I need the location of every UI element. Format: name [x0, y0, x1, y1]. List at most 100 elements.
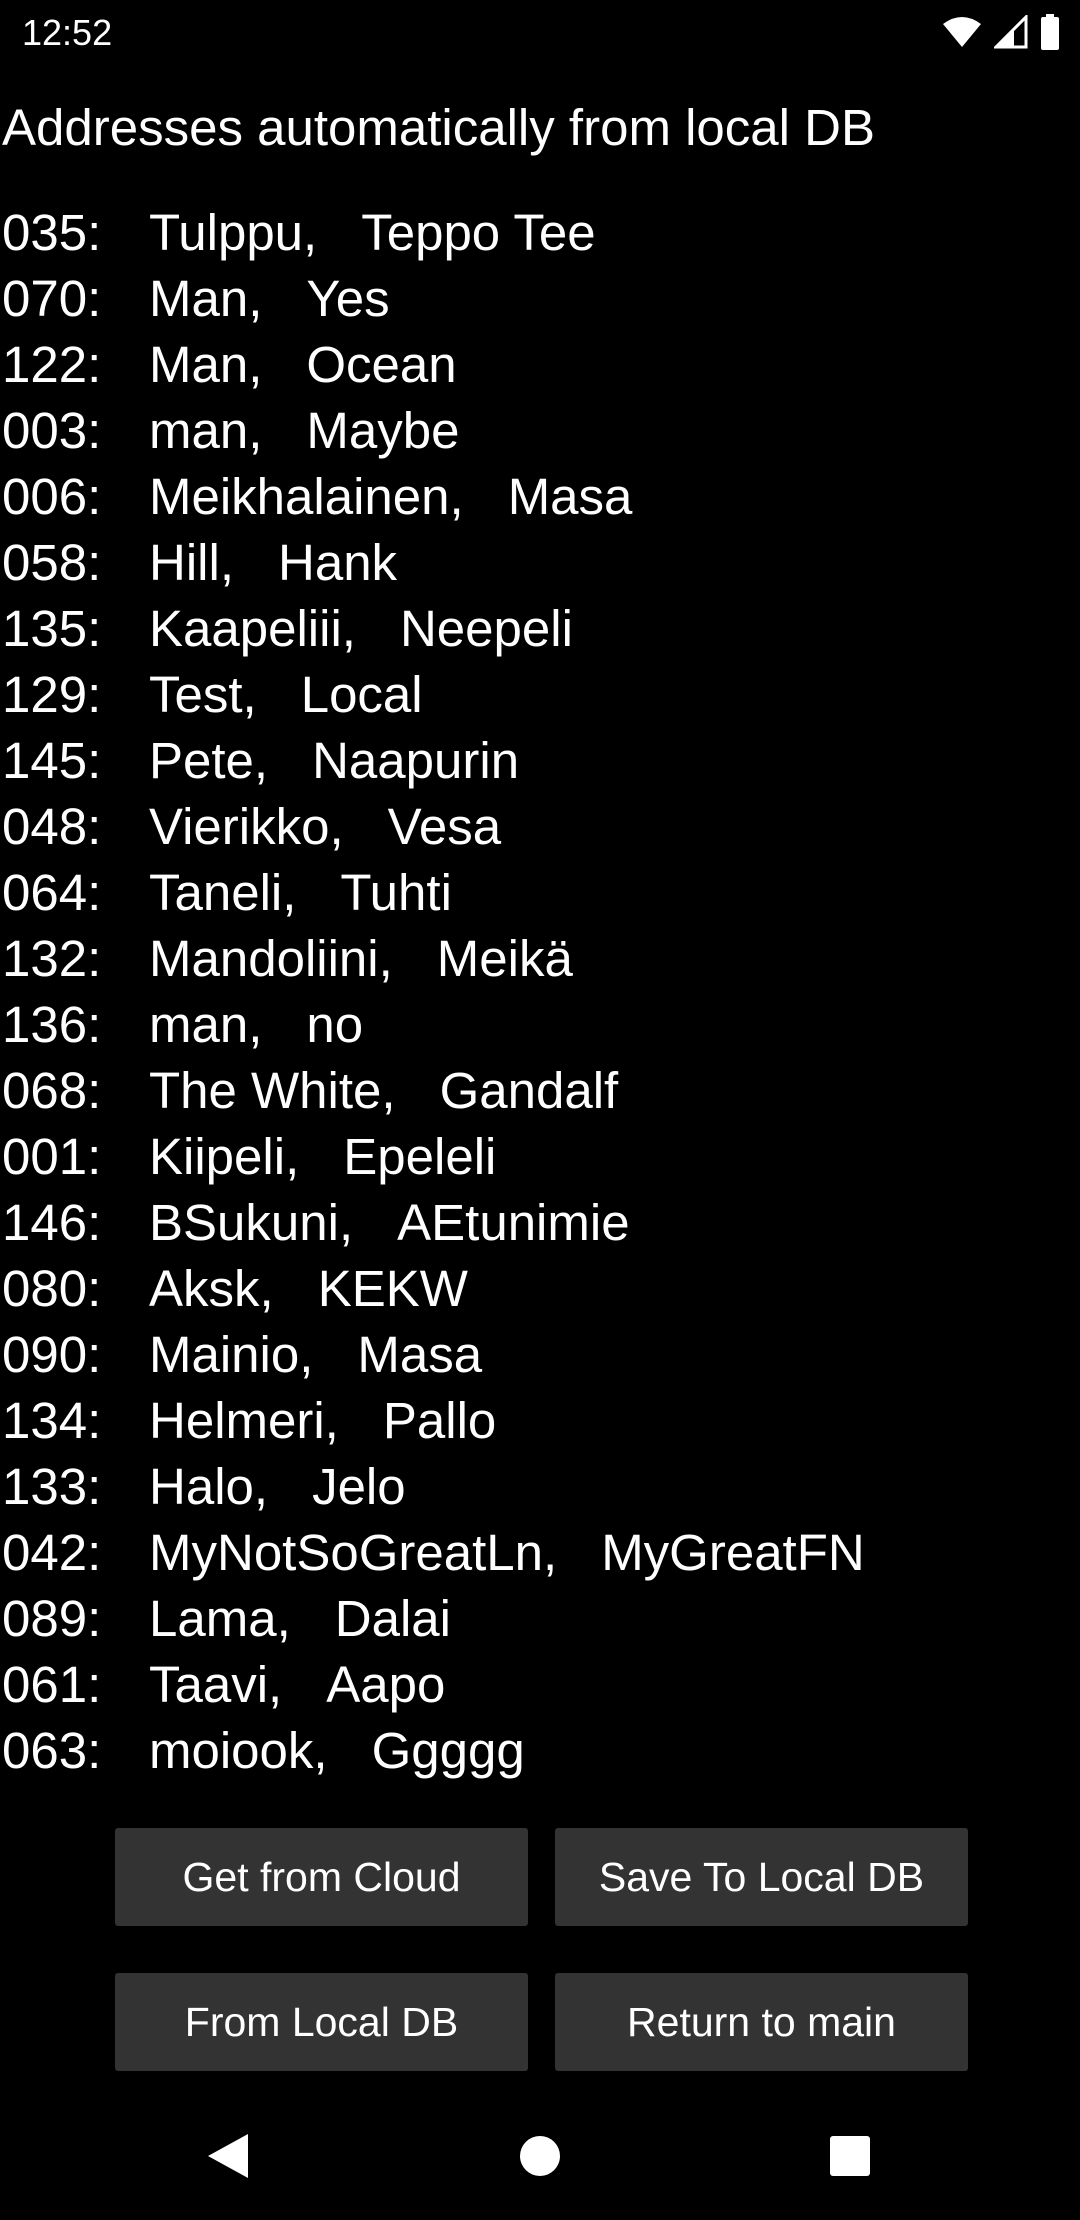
list-item: 132: Mandoliini, Meikä [2, 926, 1078, 992]
address-last-name: Tulppu, [149, 204, 318, 261]
address-first-name: Meikä [436, 930, 573, 987]
list-item: 006: Meikhalainen, Masa [2, 464, 1078, 530]
back-button[interactable] [198, 2126, 258, 2186]
address-id: 058: [2, 534, 102, 591]
list-item: 001: Kiipeli, Epeleli [2, 1124, 1078, 1190]
page-title: Addresses automatically from local DB [2, 99, 876, 156]
return-to-main-button[interactable]: Return to main [555, 1973, 968, 2071]
list-item: 048: Vierikko, Vesa [2, 794, 1078, 860]
cell-signal-icon [994, 15, 1028, 49]
list-item: 070: Man, Yes [2, 266, 1078, 332]
list-item: 068: The White, Gandalf [2, 1058, 1078, 1124]
save-to-local-db-button[interactable]: Save To Local DB [555, 1828, 968, 1926]
address-id: 129: [2, 666, 102, 723]
address-first-name: Gandalf [439, 1062, 619, 1119]
list-item: 129: Test, Local [2, 662, 1078, 728]
address-first-name: Tuhti [340, 864, 452, 921]
address-id: 134: [2, 1392, 102, 1449]
address-last-name: Test, [149, 666, 257, 723]
get-from-cloud-button[interactable]: Get from Cloud [115, 1828, 528, 1926]
address-id: 001: [2, 1128, 102, 1185]
list-item: 122: Man, Ocean [2, 332, 1078, 398]
address-last-name: moiook, [149, 1722, 328, 1779]
list-item: 003: man, Maybe [2, 398, 1078, 464]
address-id: 122: [2, 336, 102, 393]
address-last-name: Kaapeliii, [149, 600, 356, 657]
address-id: 089: [2, 1590, 102, 1647]
navigation-bar [0, 2090, 1080, 2220]
list-item: 089: Lama, Dalai [2, 1586, 1078, 1652]
back-icon [208, 2134, 248, 2178]
address-first-name: Aapo [326, 1656, 446, 1713]
address-first-name: Ocean [306, 336, 457, 393]
address-id: 048: [2, 798, 102, 855]
address-last-name: Mandoliini, [149, 930, 393, 987]
address-last-name: Helmeri, [149, 1392, 339, 1449]
address-id: 145: [2, 732, 102, 789]
address-id: 035: [2, 204, 102, 261]
address-first-name: Vesa [387, 798, 502, 855]
list-item: 136: man, no [2, 992, 1078, 1058]
address-id: 006: [2, 468, 102, 525]
address-first-name: Pallo [382, 1392, 497, 1449]
address-first-name: Dalai [334, 1590, 451, 1647]
from-local-db-button[interactable]: From Local DB [115, 1973, 528, 2071]
battery-icon [1040, 14, 1060, 50]
recents-button[interactable] [820, 2126, 880, 2186]
address-id: 070: [2, 270, 102, 327]
list-item: 133: Halo, Jelo [2, 1454, 1078, 1520]
address-id: 146: [2, 1194, 102, 1251]
address-last-name: Kiipeli, [149, 1128, 300, 1185]
home-icon [520, 2136, 560, 2176]
recents-icon [830, 2136, 870, 2176]
address-first-name: Jelo [312, 1458, 406, 1515]
status-icons [942, 14, 1060, 50]
address-id: 132: [2, 930, 102, 987]
address-first-name: Naapurin [312, 732, 520, 789]
address-id: 068: [2, 1062, 102, 1119]
address-first-name: Teppo Tee [361, 204, 596, 261]
wifi-icon [942, 16, 982, 48]
address-id: 090: [2, 1326, 102, 1383]
address-last-name: Taneli, [149, 864, 297, 921]
address-first-name: Neepeli [399, 600, 573, 657]
address-first-name: Epeleli [343, 1128, 497, 1185]
address-id: 080: [2, 1260, 102, 1317]
status-time: 12:52 [22, 12, 113, 53]
address-last-name: man, [149, 402, 263, 459]
address-last-name: Halo, [149, 1458, 269, 1515]
address-first-name: Maybe [306, 402, 460, 459]
address-first-name: Hank [278, 534, 398, 591]
address-first-name: MyGreatFN [601, 1524, 865, 1581]
address-last-name: Pete, [149, 732, 269, 789]
list-item: 145: Pete, Naapurin [2, 728, 1078, 794]
address-list: 035: Tulppu, Teppo Tee 070: Man, Yes 122: Man, O… [2, 200, 1078, 1784]
address-first-name: KEKW [317, 1260, 468, 1317]
list-item: 058: Hill, Hank [2, 530, 1078, 596]
address-first-name: Yes [306, 270, 390, 327]
list-item: 146: BSukuni, AEtunimie [2, 1190, 1078, 1256]
list-item: 134: Helmeri, Pallo [2, 1388, 1078, 1454]
address-first-name: no [306, 996, 364, 1053]
address-id: 064: [2, 864, 102, 921]
list-item: 064: Taneli, Tuhti [2, 860, 1078, 926]
address-last-name: Meikhalainen, [149, 468, 464, 525]
list-item: 063: moiook, Ggggg [2, 1718, 1078, 1784]
address-last-name: MyNotSoGreatLn, [149, 1524, 558, 1581]
address-id: 133: [2, 1458, 102, 1515]
list-item: 135: Kaapeliii, Neepeli [2, 596, 1078, 662]
address-last-name: Lama, [149, 1590, 291, 1647]
address-last-name: Vierikko, [149, 798, 344, 855]
address-id: 063: [2, 1722, 102, 1779]
address-first-name: Masa [507, 468, 633, 525]
status-bar: 12:52 [0, 0, 1080, 66]
address-last-name: Man, [149, 336, 263, 393]
address-last-name: Mainio, [149, 1326, 314, 1383]
list-item: 042: MyNotSoGreatLn, MyGreatFN [2, 1520, 1078, 1586]
address-last-name: Hill, [149, 534, 234, 591]
home-button[interactable] [510, 2126, 570, 2186]
address-id: 136: [2, 996, 102, 1053]
address-last-name: man, [149, 996, 263, 1053]
address-last-name: Taavi, [149, 1656, 283, 1713]
list-item: 080: Aksk, KEKW [2, 1256, 1078, 1322]
